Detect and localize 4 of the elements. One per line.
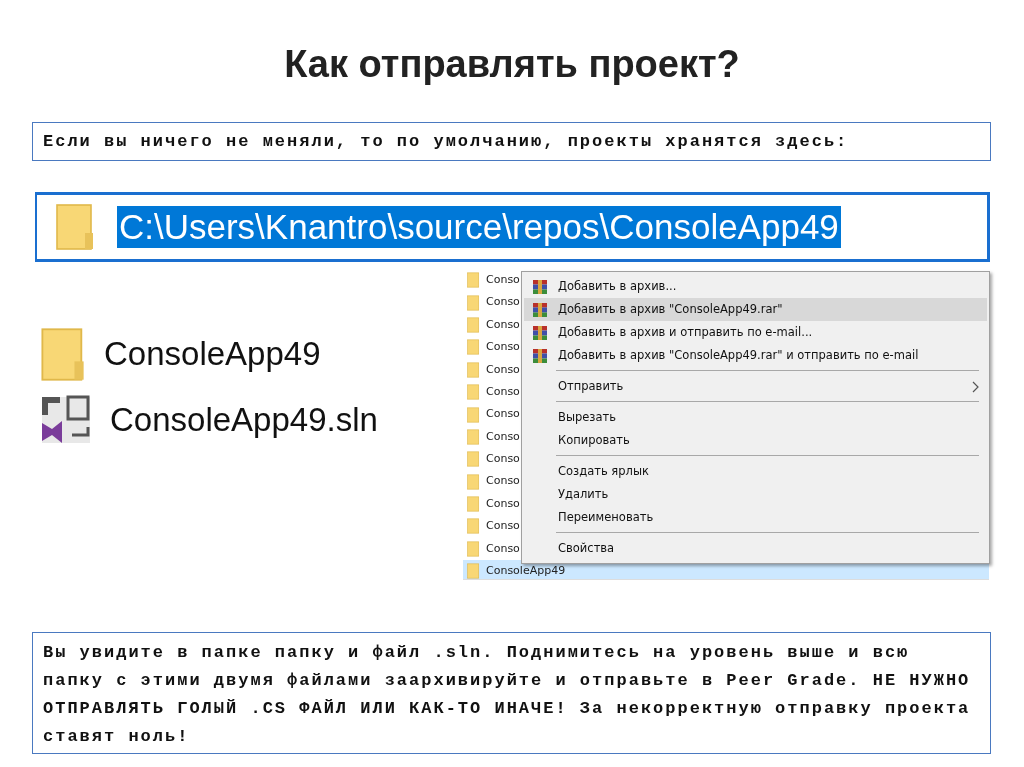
intro-text: Если вы ничего не меняли, то по умолчанию, проекты хранятся здесь: — [32, 122, 991, 161]
note-text: Вы увидите в папке папку и файл .sln. Поднимитесь на уровень выше и всю папку с этими двумя файлами заархивируйте и отправьте в Peer Grade. НЕ НУЖНО ОТПРАВЛЯТЬ ГОЛЫЙ .CS ФАЙЛ ИЛИ КАК-ТО ИНАЧЕ! За некорректную отправку проекта ставят ноль! — [32, 632, 991, 754]
slide-title: Как отправлять проект? — [283, 42, 741, 86]
address-path: C:\Users\Knantro\source\repos\ConsoleApp49 — [117, 206, 841, 248]
